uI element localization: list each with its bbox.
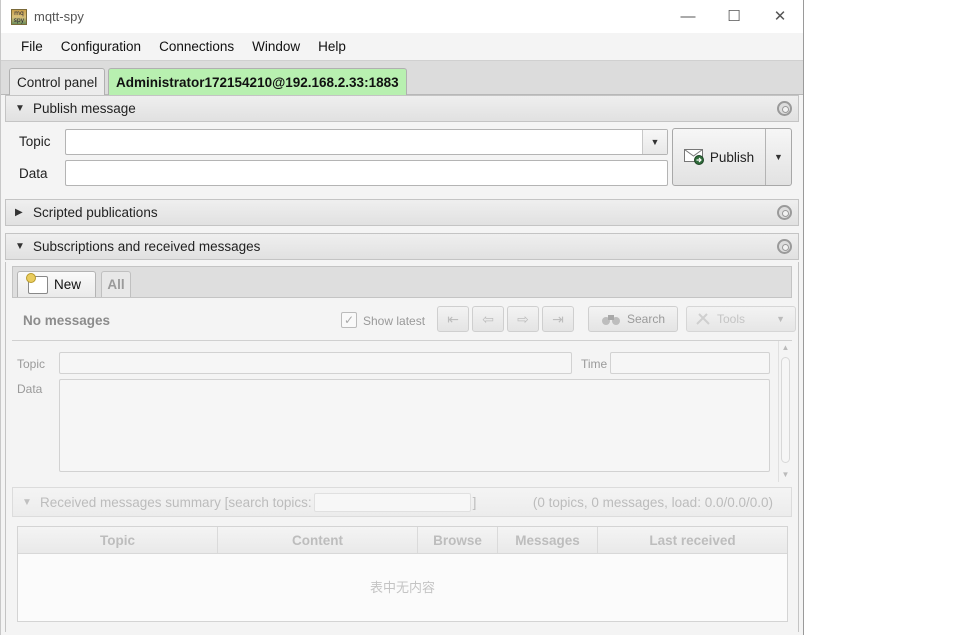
column-header-content[interactable]: Content bbox=[218, 527, 418, 553]
last-message-button[interactable]: ⇥ bbox=[542, 306, 574, 332]
summary-suffix: ] bbox=[472, 494, 477, 510]
publish-section-header[interactable]: ▼ Publish message bbox=[5, 95, 799, 122]
publish-split-button[interactable]: Publish ▼ bbox=[672, 128, 792, 186]
new-subscription-label: New bbox=[54, 277, 82, 292]
publish-section-title: Publish message bbox=[33, 101, 136, 116]
chevron-down-icon[interactable]: ▼ bbox=[642, 130, 667, 154]
column-header-messages[interactable]: Messages bbox=[498, 527, 598, 553]
window-title: mqtt-spy bbox=[34, 9, 84, 24]
title-bar: mq spy mqtt-spy — ☐ ✕ bbox=[1, 0, 803, 33]
menu-help[interactable]: Help bbox=[309, 39, 355, 54]
scripted-section-title: Scripted publications bbox=[33, 205, 158, 220]
menu-connections[interactable]: Connections bbox=[150, 39, 243, 54]
tab-control-panel[interactable]: Control panel bbox=[9, 68, 106, 95]
column-header-browse[interactable]: Browse bbox=[418, 527, 498, 553]
collapse-arrow-icon: ▼ bbox=[15, 241, 25, 252]
gear-icon[interactable] bbox=[777, 239, 792, 254]
show-latest-checkbox[interactable]: ✓ bbox=[341, 312, 357, 328]
expand-arrow-icon: ▶ bbox=[15, 207, 23, 218]
subscriptions-section-title: Subscriptions and received messages bbox=[33, 239, 261, 254]
window-controls: — ☐ ✕ bbox=[665, 0, 803, 32]
scroll-down-icon[interactable]: ▼ bbox=[779, 468, 792, 482]
tab-connection[interactable]: Administrator172154210@192.168.2.33:1883 bbox=[108, 68, 407, 95]
detail-topic-field[interactable] bbox=[59, 352, 572, 374]
message-status: No messages bbox=[23, 313, 111, 328]
detail-time-label: Time bbox=[581, 357, 608, 371]
detail-scrollbar[interactable]: ▲ ▼ bbox=[778, 341, 792, 482]
search-topics-input[interactable] bbox=[313, 492, 471, 512]
menu-file[interactable]: File bbox=[12, 39, 52, 54]
first-message-button[interactable]: ⇤ bbox=[437, 306, 469, 332]
detail-data-field[interactable] bbox=[59, 379, 770, 472]
publish-button[interactable]: Publish bbox=[673, 129, 765, 185]
summary-table: Topic Content Browse Messages Last recei… bbox=[17, 526, 788, 622]
subscriptions-section-header[interactable]: ▼ Subscriptions and received messages bbox=[5, 233, 799, 260]
summary-section-header[interactable]: ▼ Received messages summary [search topi… bbox=[12, 487, 792, 517]
envelope-icon bbox=[683, 149, 704, 165]
previous-message-button[interactable]: ⇦ bbox=[472, 306, 504, 332]
menu-configuration[interactable]: Configuration bbox=[52, 39, 150, 54]
menu-window[interactable]: Window bbox=[243, 39, 309, 54]
app-window: mq spy mqtt-spy — ☐ ✕ File Configuration… bbox=[0, 0, 804, 635]
summary-prefix: Received messages summary [search topics… bbox=[40, 494, 312, 510]
detail-time-field[interactable] bbox=[610, 352, 770, 374]
scroll-up-icon[interactable]: ▲ bbox=[779, 341, 792, 355]
maximize-button[interactable]: ☐ bbox=[711, 0, 757, 32]
publish-topic-combo[interactable]: ▼ bbox=[65, 129, 668, 155]
publish-button-label: Publish bbox=[709, 149, 755, 165]
subscriptions-panel: New All No messages ✓ Show latest ⇤ ⇦ ⇨ … bbox=[5, 262, 799, 632]
collapse-arrow-icon: ▼ bbox=[22, 496, 32, 508]
collapse-arrow-icon: ▼ bbox=[15, 103, 25, 114]
detail-topic-label: Topic bbox=[17, 357, 46, 371]
search-label: Search bbox=[626, 312, 666, 326]
tools-menu-button[interactable]: Tools ▼ bbox=[686, 306, 796, 332]
tools-label: Tools bbox=[717, 312, 746, 326]
tools-icon bbox=[696, 313, 710, 325]
gear-icon[interactable] bbox=[777, 205, 792, 220]
topic-label: Topic bbox=[19, 134, 51, 149]
show-latest-label: Show latest bbox=[363, 314, 426, 328]
summary-stats: (0 topics, 0 messages, load: 0.0/0.0/0.0… bbox=[532, 495, 773, 510]
scripted-section-header[interactable]: ▶ Scripted publications bbox=[5, 199, 799, 226]
column-header-last-received[interactable]: Last received bbox=[598, 527, 787, 553]
data-label: Data bbox=[19, 166, 48, 181]
binoculars-icon bbox=[601, 315, 620, 325]
app-icon: mq spy bbox=[11, 8, 27, 25]
scroll-thumb[interactable] bbox=[781, 357, 790, 463]
menu-bar: File Configuration Connections Window He… bbox=[1, 33, 803, 61]
tab-all[interactable]: All bbox=[101, 271, 131, 297]
next-message-button[interactable]: ⇨ bbox=[507, 306, 539, 332]
messages-toolbar: No messages ✓ Show latest ⇤ ⇦ ⇨ ⇥ Search… bbox=[12, 300, 796, 340]
search-button[interactable]: Search bbox=[588, 306, 678, 332]
chevron-down-icon: ▼ bbox=[776, 314, 785, 324]
detail-data-label: Data bbox=[17, 382, 43, 396]
publish-dropdown-icon[interactable]: ▼ bbox=[765, 129, 791, 185]
close-button[interactable]: ✕ bbox=[757, 0, 803, 32]
column-header-topic[interactable]: Topic bbox=[18, 527, 218, 553]
new-subscription-button[interactable]: New bbox=[17, 271, 96, 297]
table-empty-placeholder: 表中无内容 bbox=[369, 581, 435, 596]
publish-data-field[interactable] bbox=[65, 160, 668, 186]
new-subscription-icon bbox=[26, 272, 48, 294]
message-detail-pane: Topic Time Data ▲ ▼ bbox=[12, 340, 792, 484]
subscription-tab-strip: New All bbox=[12, 266, 792, 298]
summary-table-header: Topic Content Browse Messages Last recei… bbox=[18, 527, 787, 554]
minimize-button[interactable]: — bbox=[665, 0, 711, 32]
connection-tab-strip: Control panel Administrator172154210@192… bbox=[1, 61, 803, 95]
gear-icon[interactable] bbox=[777, 101, 792, 116]
